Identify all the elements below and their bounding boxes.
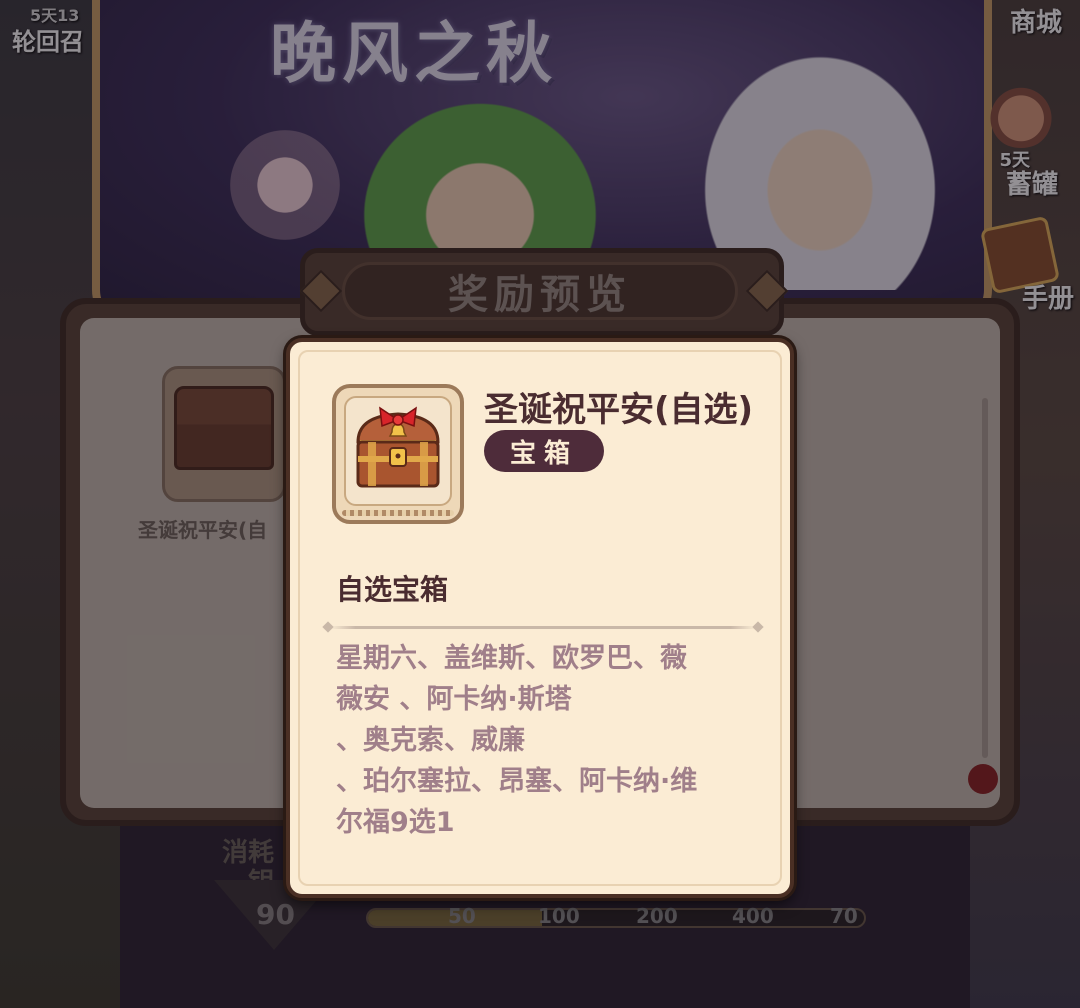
divider-dot (322, 621, 334, 633)
item-icon-base (342, 510, 454, 516)
item-tooltip: 圣诞祝平安(自选) 宝箱 自选宝箱 星期六、盖维斯、欧罗巴、薇 薇安 、阿卡纳·… (286, 338, 794, 898)
treasure-chest-icon (356, 406, 440, 488)
description-title: 自选宝箱 (336, 573, 449, 606)
item-type-badge: 宝箱 (484, 430, 604, 472)
item-icon-frame (332, 384, 464, 524)
divider-dot (752, 621, 764, 633)
item-name: 圣诞祝平安(自选) (484, 390, 754, 430)
description-body: 星期六、盖维斯、欧罗巴、薇 薇安 、阿卡纳·斯塔 、奥克索、威廉 、珀尔塞拉、昂… (336, 643, 698, 838)
divider (330, 626, 756, 629)
